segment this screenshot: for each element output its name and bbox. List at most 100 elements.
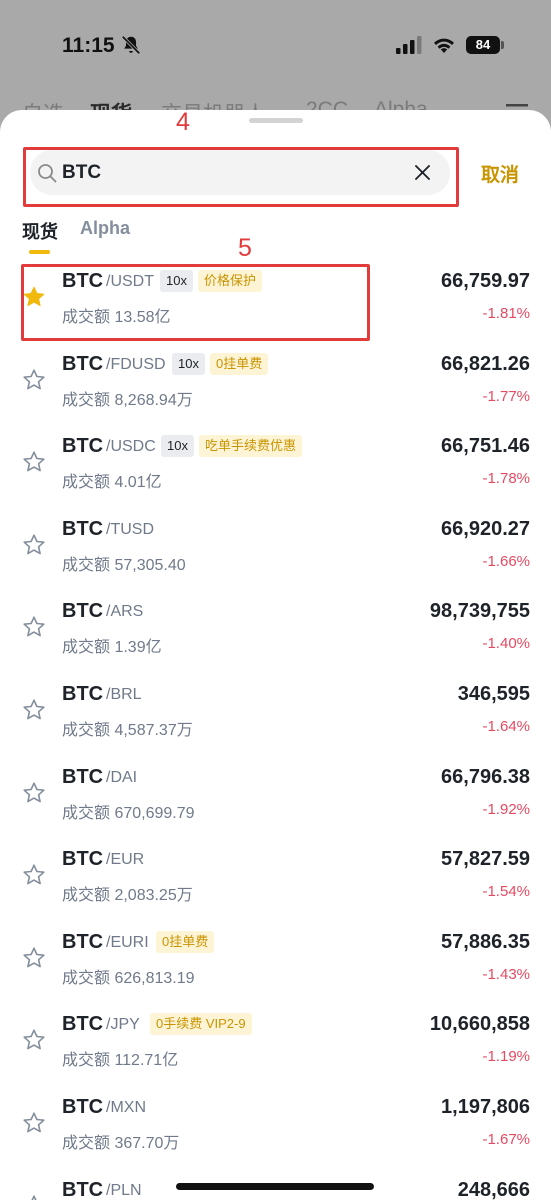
promo-badge: 0挂单费 (156, 930, 215, 953)
pair-price: 248,666 (457, 1178, 530, 1200)
pair-quote: /PLN (106, 1181, 142, 1199)
pair-base: BTC (62, 1178, 104, 1200)
pair-base: BTC (62, 930, 104, 953)
search-results-list: BTC/USDT 10x 价格保护成交额 13.58亿 66,759.97 -1.81%… (0, 258, 551, 1200)
pair-price: 1,197,806 (441, 1095, 530, 1118)
leverage-badge: 10x (161, 435, 194, 458)
pair-volume: 成交额 1.39亿 (62, 639, 162, 657)
pair-price: 66,796.38 (441, 765, 530, 788)
pair-volume: 成交额 367.70万 (62, 1134, 180, 1152)
pair-price: 57,886.35 (441, 930, 530, 953)
cancel-button[interactable]: 取消 (481, 160, 519, 187)
tab-spot[interactable]: 现货 (22, 218, 58, 244)
pair-base: BTC (62, 848, 104, 871)
pair-tags: 10x 价格保护 (160, 270, 262, 292)
pair-volume: 成交额 8,268.94万 (62, 391, 193, 409)
active-tab-indicator (29, 250, 50, 254)
pair-row[interactable]: BTC/USDT 10x 价格保护成交额 13.58亿 66,759.97 -1.81% (0, 258, 551, 341)
pair-base: BTC (62, 270, 104, 292)
status-bar: 11:15 84 (0, 0, 551, 90)
pair-row[interactable]: BTC/FDUSD 10x 0挂单费 成交额 8,268.94万 66,821.26 -1… (0, 341, 551, 424)
pair-price: 66,751.46 (441, 435, 530, 458)
star-outline-icon[interactable] (22, 1111, 46, 1135)
pair-row[interactable]: BTC/EURI 0挂单费成交额 626,813.19 57,886.35 -1.43… (0, 919, 551, 1002)
annotation-marker: 4 (176, 110, 190, 136)
pair-quote: /MXN (106, 1098, 146, 1116)
star-outline-icon[interactable] (22, 1194, 46, 1200)
star-outline-icon[interactable] (22, 533, 46, 557)
pair-row[interactable]: BTC/ARS 成交额 1.39亿 98,739,755 -1.40% (0, 588, 551, 671)
promo-badge: 0挂单费 (209, 352, 269, 375)
pair-row[interactable]: BTC/JPY 0手续费 VIP2-9 成交额 112.71亿 10,660,858 -… (0, 1001, 551, 1084)
star-filled-icon[interactable] (22, 285, 46, 309)
promo-badge: 0手续费 VIP2-9 (150, 1013, 252, 1036)
pair-change: -1.66% (482, 552, 530, 570)
pair-base: BTC (62, 765, 104, 788)
pair-base: BTC (62, 517, 104, 540)
pair-quote: /TUSD (106, 520, 154, 538)
star-outline-icon[interactable] (22, 450, 46, 474)
home-indicator (176, 1183, 374, 1190)
star-outline-icon[interactable] (22, 1028, 46, 1052)
pair-price: 57,827.59 (441, 848, 530, 871)
star-outline-icon[interactable] (22, 781, 46, 805)
search-bar[interactable] (30, 150, 450, 195)
pair-volume: 成交额 57,305.40 (62, 556, 186, 574)
pair-quote: /USDT (106, 273, 154, 290)
pair-base: BTC (62, 1013, 104, 1036)
search-input[interactable] (62, 150, 402, 195)
pair-quote: /BRL (106, 685, 142, 703)
star-outline-icon[interactable] (22, 698, 46, 722)
star-outline-icon[interactable] (22, 615, 46, 639)
pair-price: 66,920.27 (441, 517, 530, 540)
pair-volume: 成交额 670,699.79 (62, 804, 195, 822)
pair-base: BTC (62, 600, 104, 623)
pair-price: 98,739,755 (429, 600, 530, 623)
pair-change: -1.78% (482, 470, 530, 488)
pair-price: 346,595 (457, 682, 530, 705)
pair-tags: 0挂单费 (156, 930, 215, 953)
pair-quote: /EUR (106, 851, 145, 869)
pair-change: -1.77% (482, 387, 530, 405)
search-icon (38, 164, 57, 183)
pair-row[interactable]: BTC/TUSD 成交额 57,305.40 66,920.27 -1.66% (0, 506, 551, 589)
pair-volume: 成交额 112.71亿 (62, 1052, 179, 1070)
pair-tags: 10x 吃单手续费优惠 (161, 435, 302, 458)
pair-quote: /ARS (106, 603, 144, 621)
pair-volume: 成交额 13.58亿 (62, 309, 171, 326)
cellular-signal-icon (396, 36, 422, 54)
pair-base: BTC (62, 352, 104, 375)
pair-volume: 成交额 626,813.19 (62, 969, 195, 987)
pair-row[interactable]: BTC/BRL 成交额 4,587.37万 346,595 -1.64% (0, 671, 551, 754)
pair-change: -1.40% (482, 635, 530, 653)
star-outline-icon[interactable] (22, 368, 46, 392)
star-outline-icon[interactable] (22, 863, 46, 887)
sheet-drag-handle[interactable] (249, 118, 303, 123)
pair-tags: 10x 0挂单费 (172, 352, 269, 375)
pair-tags: 0手续费 VIP2-9 (150, 1013, 252, 1036)
pair-quote: /USDC (106, 438, 156, 456)
pair-quote: /DAI (106, 768, 138, 786)
pair-change: -1.54% (482, 883, 530, 901)
leverage-badge: 10x (160, 270, 193, 292)
status-time: 11:15 (62, 34, 115, 57)
pair-volume: 成交额 4.01亿 (62, 474, 162, 492)
pair-quote: /EURI (106, 933, 149, 951)
battery-indicator: 84 (466, 36, 500, 54)
bell-muted-icon (121, 35, 141, 55)
star-outline-icon[interactable] (22, 946, 46, 970)
pair-change: -1.81% (482, 305, 530, 322)
pair-quote: /JPY (106, 1016, 140, 1034)
pair-change: -1.43% (482, 965, 530, 983)
pair-row[interactable]: BTC/MXN 成交额 367.70万 1,197,806 -1.67% (0, 1084, 551, 1167)
clear-search-icon[interactable] (414, 164, 431, 181)
pair-row[interactable]: BTC/USDC 10x 吃单手续费优惠 成交额 4.01亿 66,751.46 -1.7… (0, 423, 551, 506)
pair-row[interactable]: BTC/EUR 成交额 2,083.25万 57,827.59 -1.54% (0, 836, 551, 919)
pair-volume: 成交额 2,083.25万 (62, 887, 193, 905)
tab-alpha[interactable]: Alpha (80, 218, 130, 239)
pair-price: 66,759.97 (441, 270, 530, 292)
pair-volume: 成交额 4,587.37万 (62, 721, 193, 739)
pair-change: -1.92% (482, 800, 530, 818)
pair-row[interactable]: BTC/DAI 成交额 670,699.79 66,796.38 -1.92% (0, 754, 551, 837)
search-sheet: 4 取消 现货 Alpha 5 BTC/USDT10x价格保护成交额 13.58… (0, 110, 551, 1200)
